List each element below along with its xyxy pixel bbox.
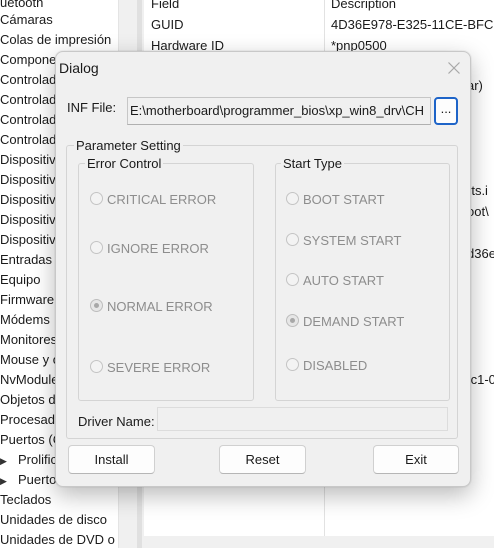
title-bar[interactable]: Dialog (56, 52, 470, 84)
reset-button[interactable]: Reset (219, 445, 306, 474)
tree-item[interactable]: Procesado (0, 410, 62, 430)
property-value-fragment: d36e (467, 246, 494, 261)
horizontal-scrollbar[interactable] (144, 536, 494, 548)
close-button[interactable] (441, 55, 467, 81)
tree-item[interactable]: Unidades de disco (0, 510, 107, 530)
tree-item[interactable]: ▶ Prolific (0, 450, 57, 470)
close-icon (448, 62, 460, 74)
radio-selected-icon (90, 299, 103, 312)
install-button[interactable]: Install (68, 445, 155, 474)
table-row[interactable]: GUID 4D36E978-E325-11CE-BFC1- (144, 14, 494, 35)
tree-item[interactable]: ▶ Puerto (0, 470, 56, 490)
error-control-label: Error Control (85, 156, 164, 171)
radio-circle-icon (90, 241, 103, 254)
tree-item[interactable]: Mouse y o (0, 350, 60, 370)
tree-item[interactable]: NvModule (0, 370, 59, 390)
tree-item[interactable]: Puertos (C (0, 430, 62, 450)
table-header: Field Description (144, 0, 494, 14)
tree-item[interactable]: Equipo (0, 270, 40, 290)
driver-name-label: Driver Name: (78, 414, 155, 429)
dialog-window: Dialog INF File: E:\motherboard\programm… (55, 51, 471, 487)
tree-item[interactable]: Cámaras (0, 10, 53, 30)
tree-item[interactable]: Colas de impresión (0, 30, 111, 50)
expand-arrow-icon[interactable]: ▶ (0, 451, 18, 471)
exit-button[interactable]: Exit (373, 445, 459, 474)
header-value[interactable]: Description (331, 0, 396, 14)
tree-item[interactable]: Objetos de (0, 390, 63, 410)
parameter-setting-label: Parameter Setting (74, 138, 183, 153)
radio-circle-icon (90, 360, 103, 373)
tree-item[interactable]: Teclados (0, 490, 51, 510)
driver-name-input[interactable] (157, 407, 448, 431)
dialog-title: Dialog (59, 60, 99, 76)
tree-item[interactable]: Unidades de DVD o (0, 530, 115, 548)
inf-file-label: INF File: (67, 100, 117, 115)
property-value-fragment: fc1-0 (467, 372, 494, 387)
start-type-label: Start Type (281, 156, 345, 171)
radio-circle-icon (90, 192, 103, 205)
radio-circle-icon (286, 192, 299, 205)
radio-selected-icon (286, 314, 299, 327)
browse-button[interactable]: ... (434, 97, 458, 125)
radio-circle-icon (286, 273, 299, 286)
header-field[interactable]: Field (151, 0, 179, 14)
tree-item[interactable]: Firmware (0, 290, 54, 310)
expand-arrow-icon[interactable]: ▶ (0, 471, 18, 491)
radio-circle-icon (286, 358, 299, 371)
inf-file-input[interactable]: E:\motherboard\programmer_bios\xp_win8_d… (127, 97, 431, 125)
radio-circle-icon (286, 233, 299, 246)
tree-item[interactable]: Módems (0, 310, 50, 330)
tree-item[interactable]: Monitores (0, 330, 57, 350)
